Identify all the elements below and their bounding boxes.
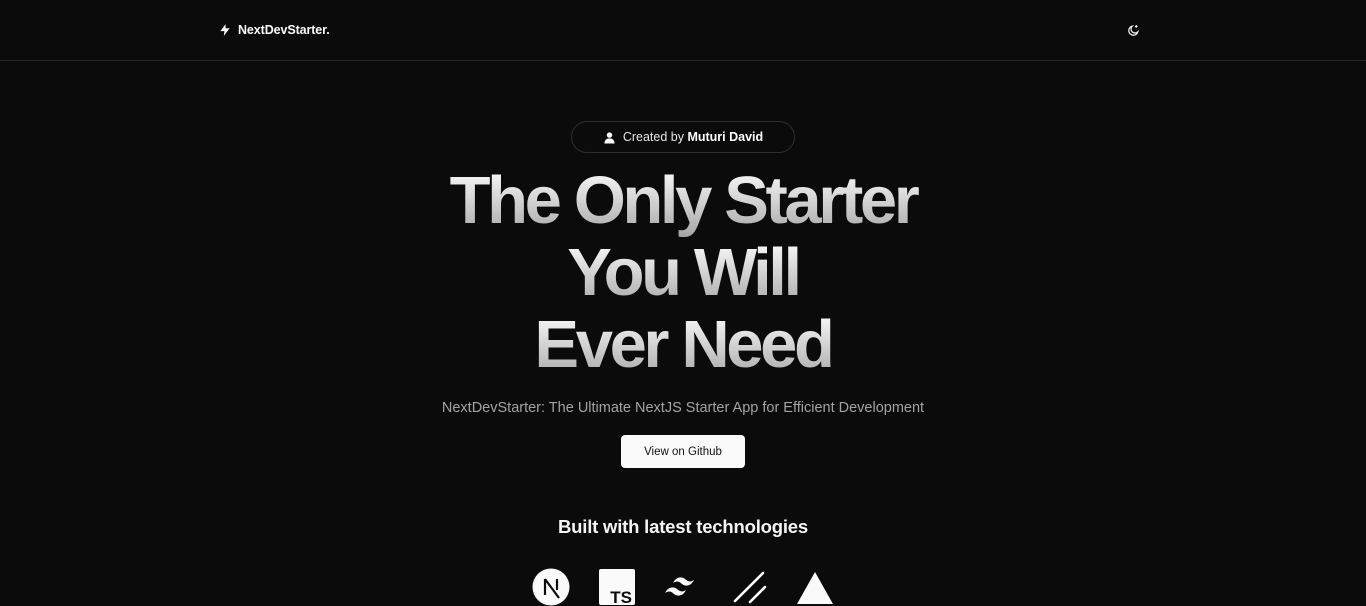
headline-line-1: The Only Starter — [283, 165, 1083, 237]
svg-text:TS: TS — [610, 588, 632, 605]
navbar: NextDevStarter. — [0, 0, 1366, 61]
hero-subtitle: NextDevStarter: The Ultimate NextJS Star… — [441, 400, 925, 416]
author-text: Created by Muturi David — [623, 130, 763, 144]
hero-headline: The Only Starter You Will Ever Need — [283, 165, 1083, 381]
lightning-icon — [220, 24, 230, 36]
tailwindcss-icon — [665, 577, 694, 596]
author-name: Muturi David — [687, 130, 764, 144]
moon-sun-icon — [1127, 24, 1139, 36]
author-prefix: Created by — [622, 130, 688, 144]
headline-line-3: Ever Need — [283, 309, 1083, 381]
vercel-icon — [797, 572, 833, 604]
headline-line-2: You Will — [283, 237, 1083, 309]
brand-name-prefix: NextDev — [238, 23, 288, 37]
nextjs-icon — [532, 568, 570, 606]
theme-toggle-button[interactable] — [1122, 19, 1144, 41]
brand-logo-link[interactable]: NextDevStarter. — [218, 21, 330, 39]
brand-name-suffix: Starter. — [287, 23, 330, 37]
shadcn-icon — [733, 571, 767, 604]
user-icon — [604, 131, 615, 143]
technologies-heading: Built with latest technologies — [558, 516, 808, 537]
view-on-github-button[interactable]: View on Github — [621, 435, 745, 468]
typescript-icon: TS — [599, 569, 635, 605]
author-badge[interactable]: Created by Muturi David — [571, 121, 795, 153]
